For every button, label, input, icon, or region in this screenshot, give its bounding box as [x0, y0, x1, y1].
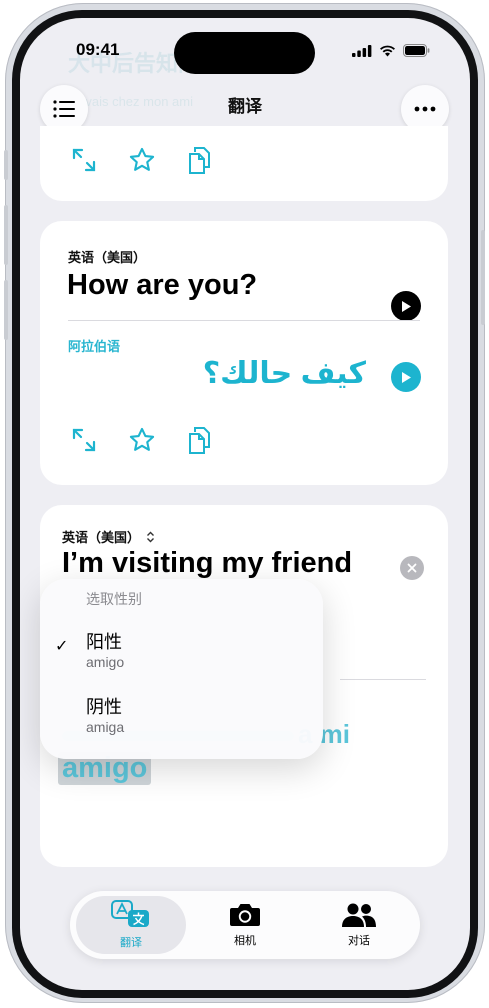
- tab-label: 翻译: [120, 937, 142, 949]
- volume-up-button: [4, 205, 8, 265]
- tab-conversation[interactable]: 对话: [304, 896, 414, 954]
- tab-translate[interactable]: 翻译: [76, 896, 186, 954]
- tab-bar: 翻译 相机 对话: [70, 891, 420, 959]
- play-source-button[interactable]: [391, 291, 421, 321]
- source-language-label: 英语（美国）: [68, 250, 147, 265]
- star-icon: [129, 147, 155, 171]
- copy-icon: [189, 427, 210, 454]
- option-title: 阳性: [86, 632, 122, 652]
- clear-input-button[interactable]: [400, 556, 424, 580]
- action-button: [4, 150, 8, 180]
- favorite-button[interactable]: [126, 144, 158, 176]
- gender-option-masculine[interactable]: ✓ 阳性 amigo: [40, 628, 323, 682]
- ellipsis-icon: [414, 106, 436, 112]
- gender-option-feminine[interactable]: 阴性 amiga: [40, 693, 323, 747]
- volume-down-button: [4, 280, 8, 340]
- option-subtitle: amiga: [86, 719, 125, 735]
- expand-icon: [72, 148, 96, 172]
- close-icon: [407, 563, 417, 573]
- translation-card-previous: [40, 126, 448, 201]
- dynamic-island: [174, 32, 315, 74]
- cellular-signal-icon: [352, 44, 372, 57]
- play-icon: [402, 300, 411, 312]
- translation-card: 英语（美国） How are you? 阿拉伯语 كيف حالك؟: [40, 221, 448, 485]
- battery-icon: [403, 44, 430, 57]
- power-button: [481, 230, 485, 325]
- tab-label: 相机: [234, 935, 256, 947]
- tab-camera[interactable]: 相机: [190, 896, 300, 954]
- expand-button[interactable]: [68, 144, 100, 176]
- status-icons: [352, 44, 430, 57]
- gender-picker-popover: 选取性别 ✓ 阳性 amigo 阴性 amiga: [40, 579, 323, 759]
- people-icon: [342, 903, 376, 927]
- copy-icon: [189, 147, 210, 174]
- status-time: 09:41: [76, 40, 120, 59]
- source-text[interactable]: How are you?: [67, 269, 257, 302]
- target-text[interactable]: كيف حالك؟: [203, 356, 366, 391]
- screen: 大中后告知门 Je vais chez mon ami 09:41 翻译 英语（…: [20, 18, 470, 990]
- card-actions: [68, 144, 216, 176]
- divider: [340, 679, 426, 680]
- translate-icon: [111, 900, 149, 927]
- chevron-up-down-icon: [146, 531, 154, 543]
- target-language-label: 阿拉伯语: [68, 339, 121, 354]
- option-subtitle: amigo: [86, 654, 125, 670]
- play-icon: [402, 371, 411, 383]
- favorite-button[interactable]: [126, 424, 158, 456]
- play-target-button[interactable]: [391, 362, 421, 392]
- tab-label: 对话: [348, 935, 370, 947]
- copy-button[interactable]: [184, 424, 216, 456]
- checkmark-icon: ✓: [55, 638, 69, 655]
- divider: [68, 320, 420, 321]
- option-title: 阴性: [86, 697, 122, 717]
- source-language-label: 英语（美国）: [62, 530, 141, 545]
- expand-button[interactable]: [68, 424, 100, 456]
- wifi-icon: [380, 45, 395, 56]
- source-language-selector[interactable]: 英语（美国）: [62, 527, 155, 546]
- expand-icon: [72, 428, 96, 452]
- card-actions: [68, 424, 216, 456]
- input-text[interactable]: I’m visiting my friend: [62, 547, 352, 580]
- popover-header: 选取性别: [86, 591, 142, 607]
- camera-icon: [230, 904, 260, 926]
- star-icon: [129, 427, 155, 451]
- copy-button[interactable]: [184, 144, 216, 176]
